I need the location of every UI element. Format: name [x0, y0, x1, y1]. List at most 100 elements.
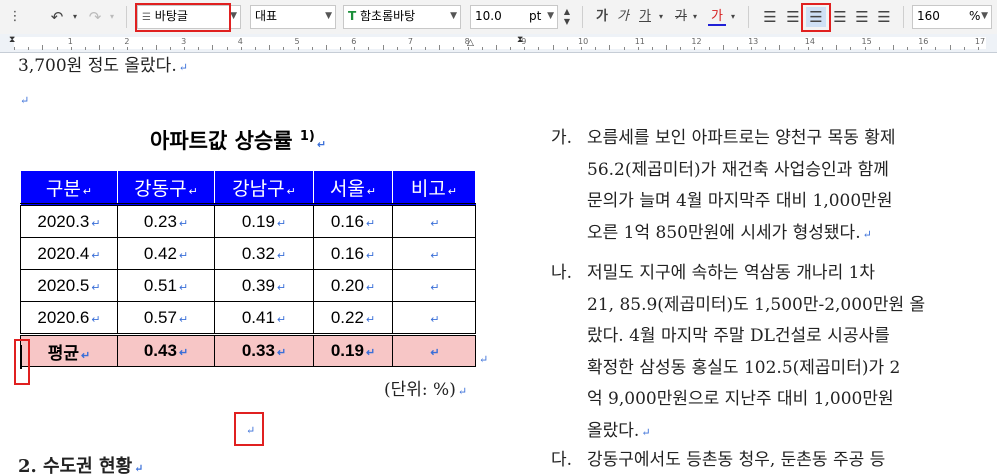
horizontal-ruler[interactable]: 1 2 3 4 5 6 7 8 9 10 11 12 13 14 15 16 17 ⧗ △ ⧗ [0, 34, 997, 53]
right-indent-marker-icon[interactable]: △ [467, 38, 474, 48]
cell-text: 2020.5 [37, 275, 90, 295]
table-cell[interactable]: 0.42 ↵ [117, 237, 215, 270]
table-cell[interactable]: 0.16 ↵ [313, 237, 393, 270]
zoom-select[interactable]: 160 % ▼ [912, 5, 992, 29]
ruler-tick [765, 47, 767, 50]
indent-marker-icon[interactable]: ⧗ [517, 35, 523, 45]
align-justify-button[interactable]: ☰ [760, 7, 780, 27]
ruler-tick [736, 47, 738, 50]
table-cell[interactable]: 0.39 ↵ [214, 269, 314, 302]
table-cell[interactable]: 평균 ↵ [20, 333, 118, 367]
section-heading: 2. 수도권 현황 ↵ [18, 452, 143, 475]
cell-text: 2020.4 [37, 243, 90, 263]
ruler-tick [169, 47, 171, 50]
paragraph-mark: ↵ [178, 249, 189, 262]
redo-button[interactable]: ↷ [84, 7, 106, 27]
cell-text: 0.22 [330, 307, 364, 327]
table-cell[interactable]: 0.41 ↵ [214, 301, 314, 335]
font-size-spinner[interactable]: ▲ ▼ [561, 7, 573, 27]
underline-button[interactable]: 가 [636, 7, 654, 27]
table-cell[interactable]: 2020.6 ↵ [20, 301, 118, 335]
bold-button[interactable]: 가 [593, 7, 611, 27]
footnote-ref[interactable]: 1) [300, 129, 315, 144]
chevron-down-icon: ▼ [547, 11, 554, 21]
ruler-tick [623, 47, 625, 50]
ruler-tick [666, 45, 668, 50]
table-cell[interactable]: ↵ [392, 333, 476, 367]
ruler-tick [14, 47, 15, 50]
ruler-number: 13 [748, 37, 759, 46]
table-cell[interactable]: 0.22 ↵ [313, 301, 393, 335]
ruler-number: 17 [974, 37, 986, 46]
undo-button[interactable]: ↶ [46, 7, 68, 27]
paragraph-mark: ↵ [91, 217, 101, 230]
align-distribute-button[interactable]: ☰ [852, 7, 872, 27]
font-size-unit: pt [529, 9, 542, 23]
align-right-button[interactable]: ☰ [830, 7, 850, 27]
italic-button[interactable]: 가 [614, 7, 632, 27]
underline-dropdown[interactable]: ▾ [656, 7, 666, 27]
cell-text: 0.41 [241, 307, 275, 327]
table-header-cell[interactable]: 서울 ↵ [313, 171, 393, 205]
bold-icon: 가 [596, 9, 608, 24]
table-header-cell[interactable]: 비고 ↵ [392, 171, 476, 205]
undo-dropdown[interactable]: ▾ [70, 7, 80, 27]
table-cell[interactable]: ↵ [392, 301, 476, 335]
table-cell[interactable]: 0.16 ↵ [313, 203, 393, 238]
toolbar-separator [903, 6, 904, 28]
rate-table[interactable]: 구분 ↵ 강동구 ↵ 강남구 ↵ 서울 ↵ 비고 ↵ 2020.3 ↵ 0.23 ↵ 0.19 ↵ 0… [20, 171, 476, 367]
table-cell[interactable]: 0.19 ↵ [313, 333, 393, 367]
zoom-unit: % [969, 9, 981, 23]
table-cell[interactable]: 0.20 ↵ [313, 269, 393, 302]
ruler-tick [935, 47, 937, 50]
indent-marker-icon[interactable]: ⧗ [9, 35, 15, 45]
empty-paragraph: ↵ [18, 89, 29, 109]
table-cell[interactable]: 0.19 ↵ [214, 203, 314, 238]
align-left-button[interactable]: ☰ [783, 7, 803, 27]
table-cell[interactable]: ↵ [392, 269, 476, 302]
table-cell[interactable]: ↵ [392, 237, 476, 270]
table-cell[interactable]: 2020.3 ↵ [20, 203, 118, 238]
ruler-track [14, 37, 986, 49]
table-cell[interactable]: 0.51 ↵ [117, 269, 215, 302]
table-cell[interactable]: 0.57 ↵ [117, 301, 215, 335]
text-color-dropdown[interactable]: ▾ [728, 7, 738, 27]
paragraph-mark: ↵ [134, 462, 144, 475]
ruler-tick [481, 47, 483, 50]
align-divide-button[interactable]: ☰ [874, 7, 894, 27]
font-select[interactable]: T 함초롬바탕 ▼ [343, 5, 461, 29]
strike-button[interactable]: 가 [672, 7, 690, 27]
toolbar-grip: ⋮ [8, 9, 22, 24]
table-cell[interactable]: 0.32 ↵ [214, 237, 314, 270]
list-line: 강동구에서도 등촌동 청우, 둔촌동 주공 등 [587, 445, 885, 470]
table-cell[interactable]: 2020.5 ↵ [20, 269, 118, 302]
ruler-tick [878, 47, 880, 50]
table-header-cell[interactable]: 강동구 ↵ [117, 171, 215, 205]
table-cell[interactable]: 2020.4 ↵ [20, 237, 118, 270]
table-header-cell[interactable]: 강남구 ↵ [214, 171, 314, 205]
list-line-text: 오른 1억 850만원에 시세가 형성됐다. [587, 222, 861, 243]
text-color-button[interactable]: 가 [708, 7, 726, 26]
ruler-tick [779, 45, 781, 50]
ruler-tick [907, 47, 909, 50]
redo-dropdown[interactable]: ▾ [107, 7, 117, 27]
highlight-box [135, 3, 231, 32]
table-cell[interactable]: 0.23 ↵ [117, 203, 215, 238]
empty-paragraph: ↵ [244, 419, 255, 439]
paragraph-mark: ↵ [91, 281, 101, 294]
document-canvas[interactable]: 3,700원 정도 올랐다. ↵ ↵ 아파트값 상승률 1)↵ 구분 ↵ 강동구 ↵ … [0, 53, 997, 475]
font-size-input[interactable]: 10.0 pt ▼ [470, 5, 558, 29]
paragraph-mark: ↵ [430, 313, 440, 326]
paragraph-mark: ↵ [82, 185, 93, 198]
list-line: 랐다. 4월 마지막 주말 DL건설로 시공사를 [587, 321, 890, 346]
paragraph-mark: ↵ [178, 313, 189, 326]
table-cell[interactable]: 0.33 ↵ [214, 333, 314, 367]
table-cell[interactable]: 0.43 ↵ [117, 333, 215, 367]
ruler-tick [609, 45, 611, 50]
table-header-cell[interactable]: 구분 ↵ [20, 171, 118, 205]
table-cell[interactable]: ↵ [392, 203, 476, 238]
ruler-number: 1 [67, 37, 73, 46]
ruler-tick [42, 45, 44, 50]
strike-dropdown[interactable]: ▾ [690, 7, 700, 27]
language-select[interactable]: 대표 ▼ [250, 5, 336, 29]
